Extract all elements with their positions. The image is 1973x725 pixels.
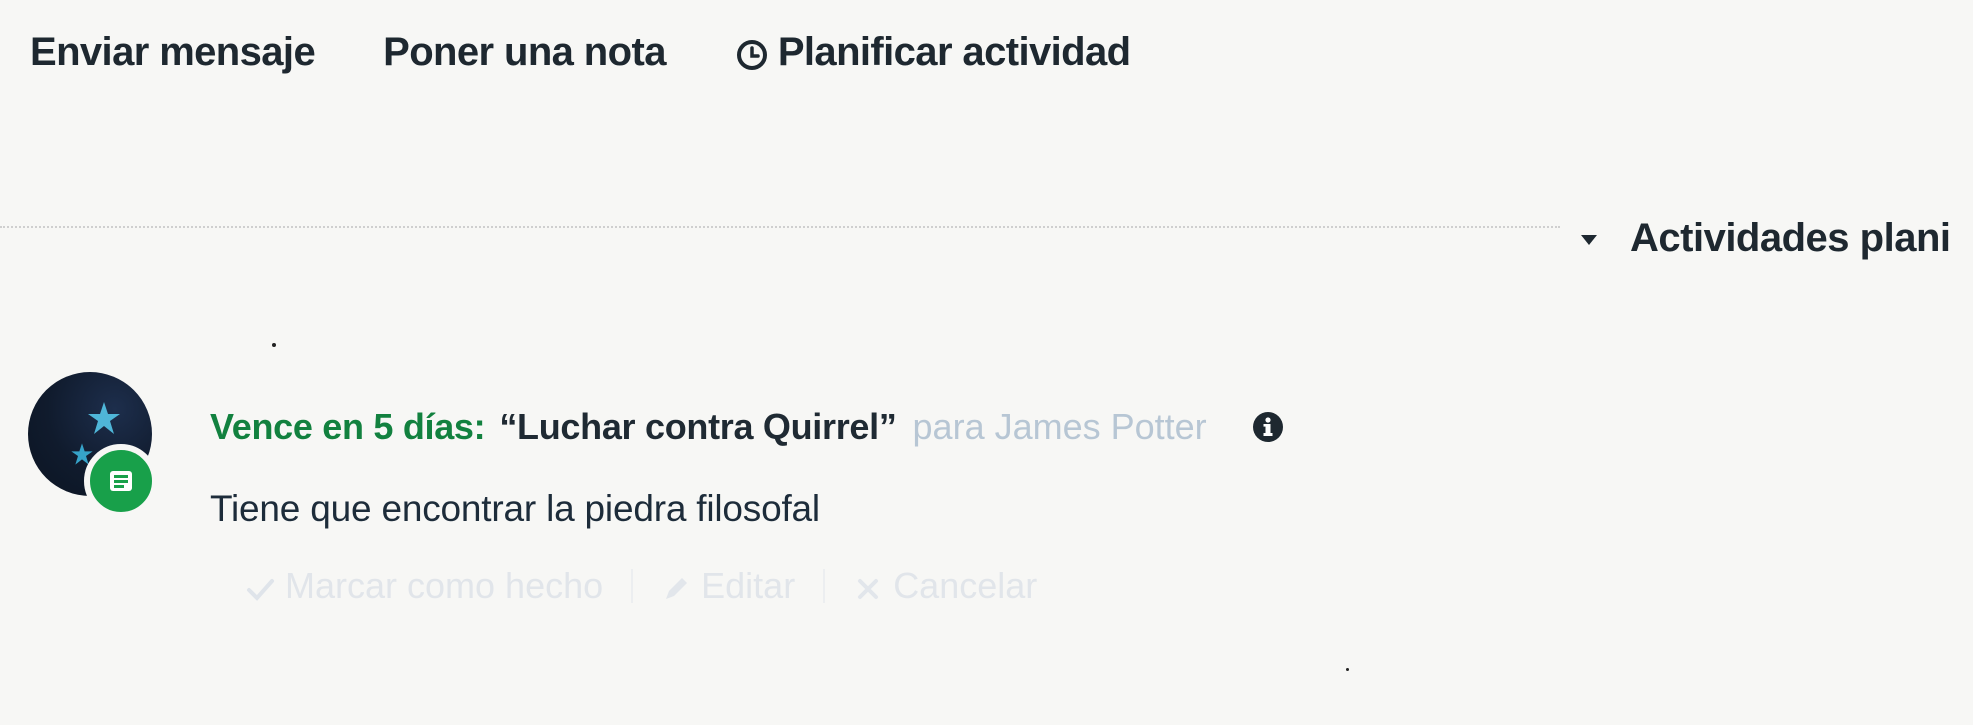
activity-actions: Marcar como hecho Editar Cancelar bbox=[245, 565, 1037, 607]
activity-title: “Luchar contra Quirrel” bbox=[499, 406, 897, 447]
planned-activities-title: Actividades plani bbox=[1630, 216, 1951, 260]
action-divider bbox=[631, 569, 634, 603]
activity-note: Tiene que encontrar la piedra filosofal bbox=[210, 488, 820, 529]
log-note-button[interactable]: Poner una nota bbox=[383, 30, 666, 75]
schedule-activity-label: Planificar actividad bbox=[777, 29, 1131, 74]
activity-type-icon bbox=[84, 444, 158, 518]
activity-assignee: para James Potter bbox=[912, 406, 1207, 447]
close-icon bbox=[853, 571, 883, 601]
log-note-label: Poner una nota bbox=[383, 29, 666, 74]
check-icon bbox=[245, 571, 275, 601]
edit-label: Editar bbox=[701, 565, 796, 606]
action-divider bbox=[823, 569, 826, 603]
due-label: Vence en 5 días: bbox=[210, 406, 486, 447]
screen-speck bbox=[1346, 668, 1349, 671]
activity-avatar-group bbox=[28, 372, 158, 518]
info-icon[interactable] bbox=[1251, 410, 1285, 444]
send-message-label: Enviar mensaje bbox=[30, 29, 316, 74]
caret-down-icon bbox=[1580, 233, 1598, 245]
schedule-activity-button[interactable]: Planificar actividad bbox=[736, 30, 1131, 75]
cancel-label: Cancelar bbox=[893, 565, 1038, 606]
section-divider bbox=[0, 226, 1560, 228]
send-message-button[interactable]: Enviar mensaje bbox=[30, 29, 316, 75]
activity-header: Vence en 5 días: “Luchar contra Quirrel”… bbox=[210, 406, 1285, 448]
mark-done-button[interactable]: Marcar como hecho bbox=[245, 565, 603, 607]
cancel-activity-button[interactable]: Cancelar bbox=[853, 565, 1037, 607]
planned-activities-toggle[interactable]: Actividades plani bbox=[1580, 216, 1951, 261]
pencil-icon bbox=[661, 571, 691, 601]
chatter-toolbar: Enviar mensaje Poner una nota Planificar… bbox=[30, 22, 1131, 82]
edit-activity-button[interactable]: Editar bbox=[661, 565, 795, 607]
screen-speck bbox=[272, 343, 276, 347]
star-icon bbox=[88, 402, 120, 434]
clock-icon bbox=[736, 36, 768, 70]
mark-done-label: Marcar como hecho bbox=[285, 565, 604, 606]
